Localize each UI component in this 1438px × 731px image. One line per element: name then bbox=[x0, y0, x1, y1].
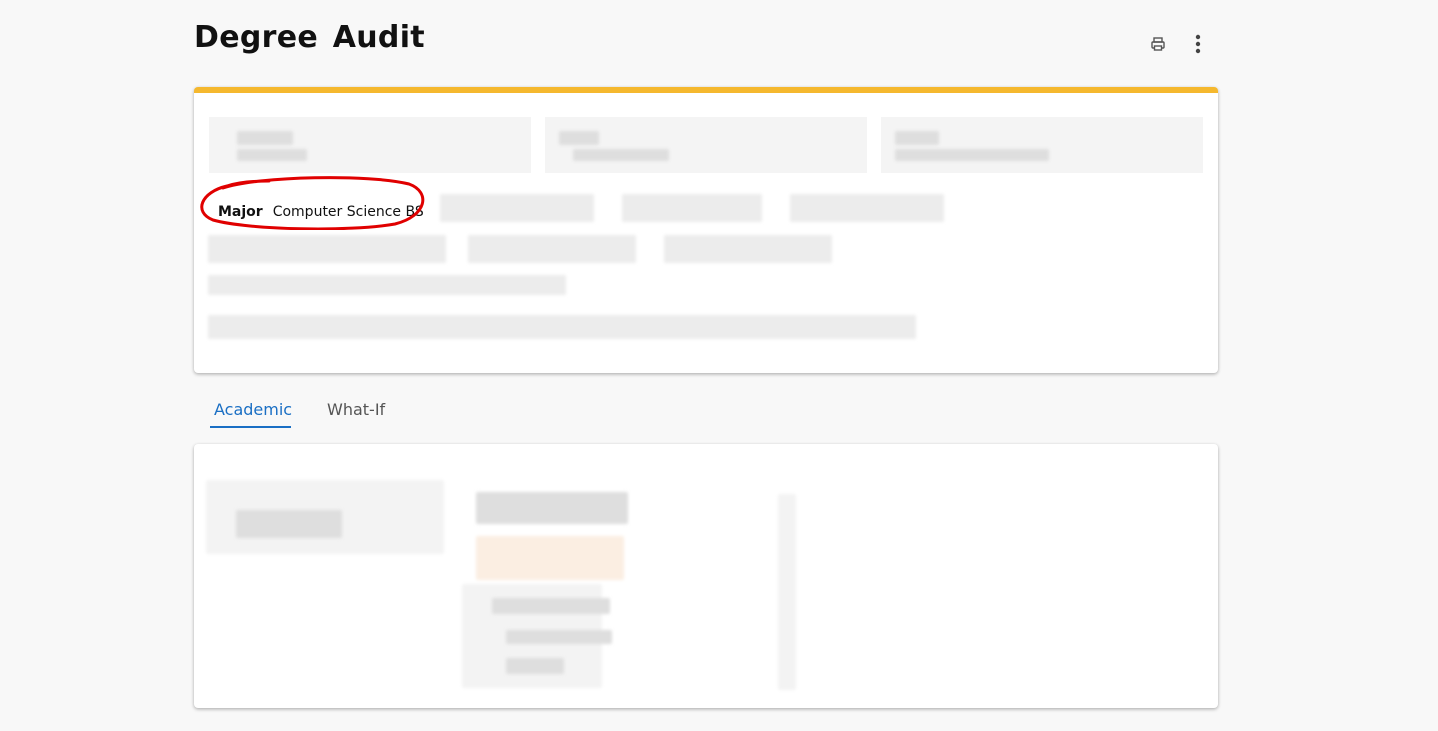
tab-academic[interactable]: Academic bbox=[210, 396, 292, 428]
major-label: Major bbox=[218, 204, 263, 220]
page-title: Degree Audit bbox=[194, 20, 425, 55]
redacted-block bbox=[778, 494, 796, 690]
major-field: Major Computer Science BS bbox=[218, 204, 424, 220]
more-options-button[interactable] bbox=[1187, 32, 1209, 56]
info-box-redacted bbox=[545, 117, 867, 173]
redacted-field bbox=[208, 235, 446, 263]
redacted-block bbox=[476, 492, 628, 524]
redacted-field bbox=[790, 194, 944, 222]
printer-icon bbox=[1151, 37, 1165, 51]
tab-what-if[interactable]: What-If bbox=[323, 396, 393, 428]
redacted-field bbox=[664, 235, 832, 263]
redacted-block bbox=[506, 658, 564, 674]
redacted-field bbox=[208, 275, 566, 295]
redacted-block bbox=[476, 536, 624, 580]
more-vertical-icon bbox=[1195, 34, 1201, 54]
redacted-field bbox=[622, 194, 762, 222]
audit-content-card bbox=[194, 444, 1218, 708]
redacted-block bbox=[506, 630, 612, 644]
redacted-block bbox=[492, 598, 610, 614]
major-value: Computer Science BS bbox=[272, 204, 424, 220]
redacted-block bbox=[236, 510, 342, 538]
redacted-field bbox=[440, 194, 594, 222]
print-button[interactable] bbox=[1148, 34, 1168, 54]
redacted-field bbox=[468, 235, 636, 263]
redacted-field bbox=[208, 315, 916, 339]
info-box-redacted bbox=[881, 117, 1203, 173]
student-info-card: Major Computer Science BS bbox=[194, 87, 1218, 373]
info-box-redacted bbox=[209, 117, 531, 173]
